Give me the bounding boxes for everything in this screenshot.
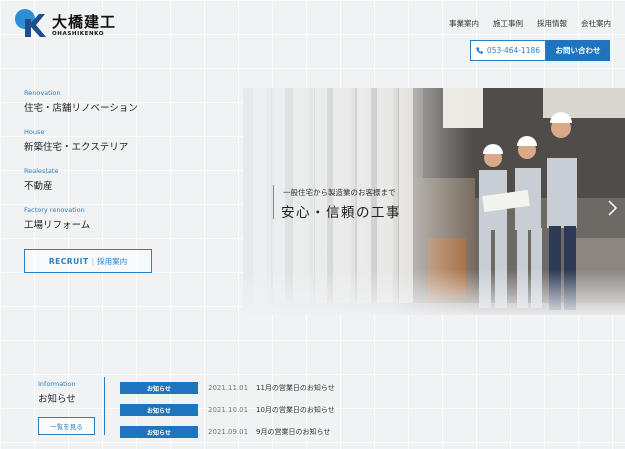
service-label-en: Factory renovation	[24, 206, 85, 214]
global-nav: 事業案内 施工事例 採用情報 会社案内	[449, 18, 611, 29]
nav-recruit[interactable]: 採用情報	[537, 18, 567, 29]
service-list: Renovation 住宅・店舗リノベーション House 新築住宅・エクステリ…	[24, 89, 224, 245]
service-item-factory[interactable]: Factory renovation 工場リフォーム	[24, 206, 224, 231]
news-title: 10月の営業日のお知らせ	[256, 406, 335, 414]
info-label-en: Information	[38, 380, 76, 388]
service-label-jp: 工場リフォーム	[24, 220, 91, 231]
hero-heading: 安心・信頼の工事	[281, 205, 401, 221]
news-badge: お知らせ	[120, 404, 198, 416]
service-item-renovation[interactable]: Renovation 住宅・店舗リノベーション	[24, 89, 224, 114]
phone-number: 053-464-1186	[486, 46, 541, 55]
phone-button[interactable]: 053-464-1186	[470, 40, 546, 61]
hero-subheading: 一般住宅から製造業のお客様まで	[283, 188, 396, 197]
logo-text-jp: 大橋建工	[52, 13, 117, 31]
recruit-label-en: RECRUIT	[48, 256, 89, 266]
news-date: 2021.11.01	[208, 384, 249, 392]
nav-business[interactable]: 事業案内	[449, 18, 479, 29]
service-item-realestate[interactable]: Realestate 不動産	[24, 167, 224, 192]
info-heading: Information お知らせ	[38, 380, 76, 405]
recruit-separator: |	[91, 256, 95, 266]
news-list: お知らせ 2021.11.01 11月の営業日のお知らせ お知らせ 2021.1…	[120, 377, 440, 443]
hero-slider: 一般住宅から製造業のお客様まで 安心・信頼の工事	[243, 88, 625, 315]
hero-text-rule	[273, 185, 274, 219]
news-title: 11月の営業日のお知らせ	[256, 384, 335, 392]
info-label-jp: お知らせ	[38, 394, 76, 405]
service-label-en: Renovation	[24, 89, 61, 97]
news-item[interactable]: お知らせ 2021.09.01 9月の営業日のお知らせ	[120, 421, 440, 443]
view-all-news-button[interactable]: 一覧を見る	[38, 417, 95, 435]
recruit-button[interactable]: RECRUIT | 採用案内	[24, 249, 152, 273]
news-date: 2021.09.01	[208, 428, 249, 436]
news-title: 9月の営業日のお知らせ	[256, 428, 331, 436]
service-label-jp: 新築住宅・エクステリア	[24, 142, 129, 153]
service-label-jp: 不動産	[24, 181, 53, 192]
service-item-house[interactable]: House 新築住宅・エクステリア	[24, 128, 224, 153]
phone-icon	[476, 47, 483, 54]
nav-company[interactable]: 会社案内	[581, 18, 611, 29]
site-logo[interactable]: 大橋建工 OHASHIKENKO	[14, 8, 124, 38]
info-divider	[104, 377, 105, 435]
news-badge: お知らせ	[120, 426, 198, 438]
service-label-en: Realestate	[24, 167, 59, 175]
news-badge: お知らせ	[120, 382, 198, 394]
service-label-jp: 住宅・店舗リノベーション	[24, 103, 138, 114]
service-label-en: House	[24, 128, 45, 136]
news-date: 2021.10.01	[208, 406, 249, 414]
news-item[interactable]: お知らせ 2021.11.01 11月の営業日のお知らせ	[120, 377, 440, 399]
nav-works[interactable]: 施工事例	[493, 18, 523, 29]
logo-mark-icon	[15, 9, 46, 37]
news-item[interactable]: お知らせ 2021.10.01 10月の営業日のお知らせ	[120, 399, 440, 421]
recruit-label-jp: 採用案内	[97, 256, 128, 266]
contact-button[interactable]: お問い合わせ	[546, 40, 610, 61]
logo-text-en: OHASHIKENKO	[52, 31, 105, 37]
chevron-right-icon[interactable]	[605, 198, 619, 218]
